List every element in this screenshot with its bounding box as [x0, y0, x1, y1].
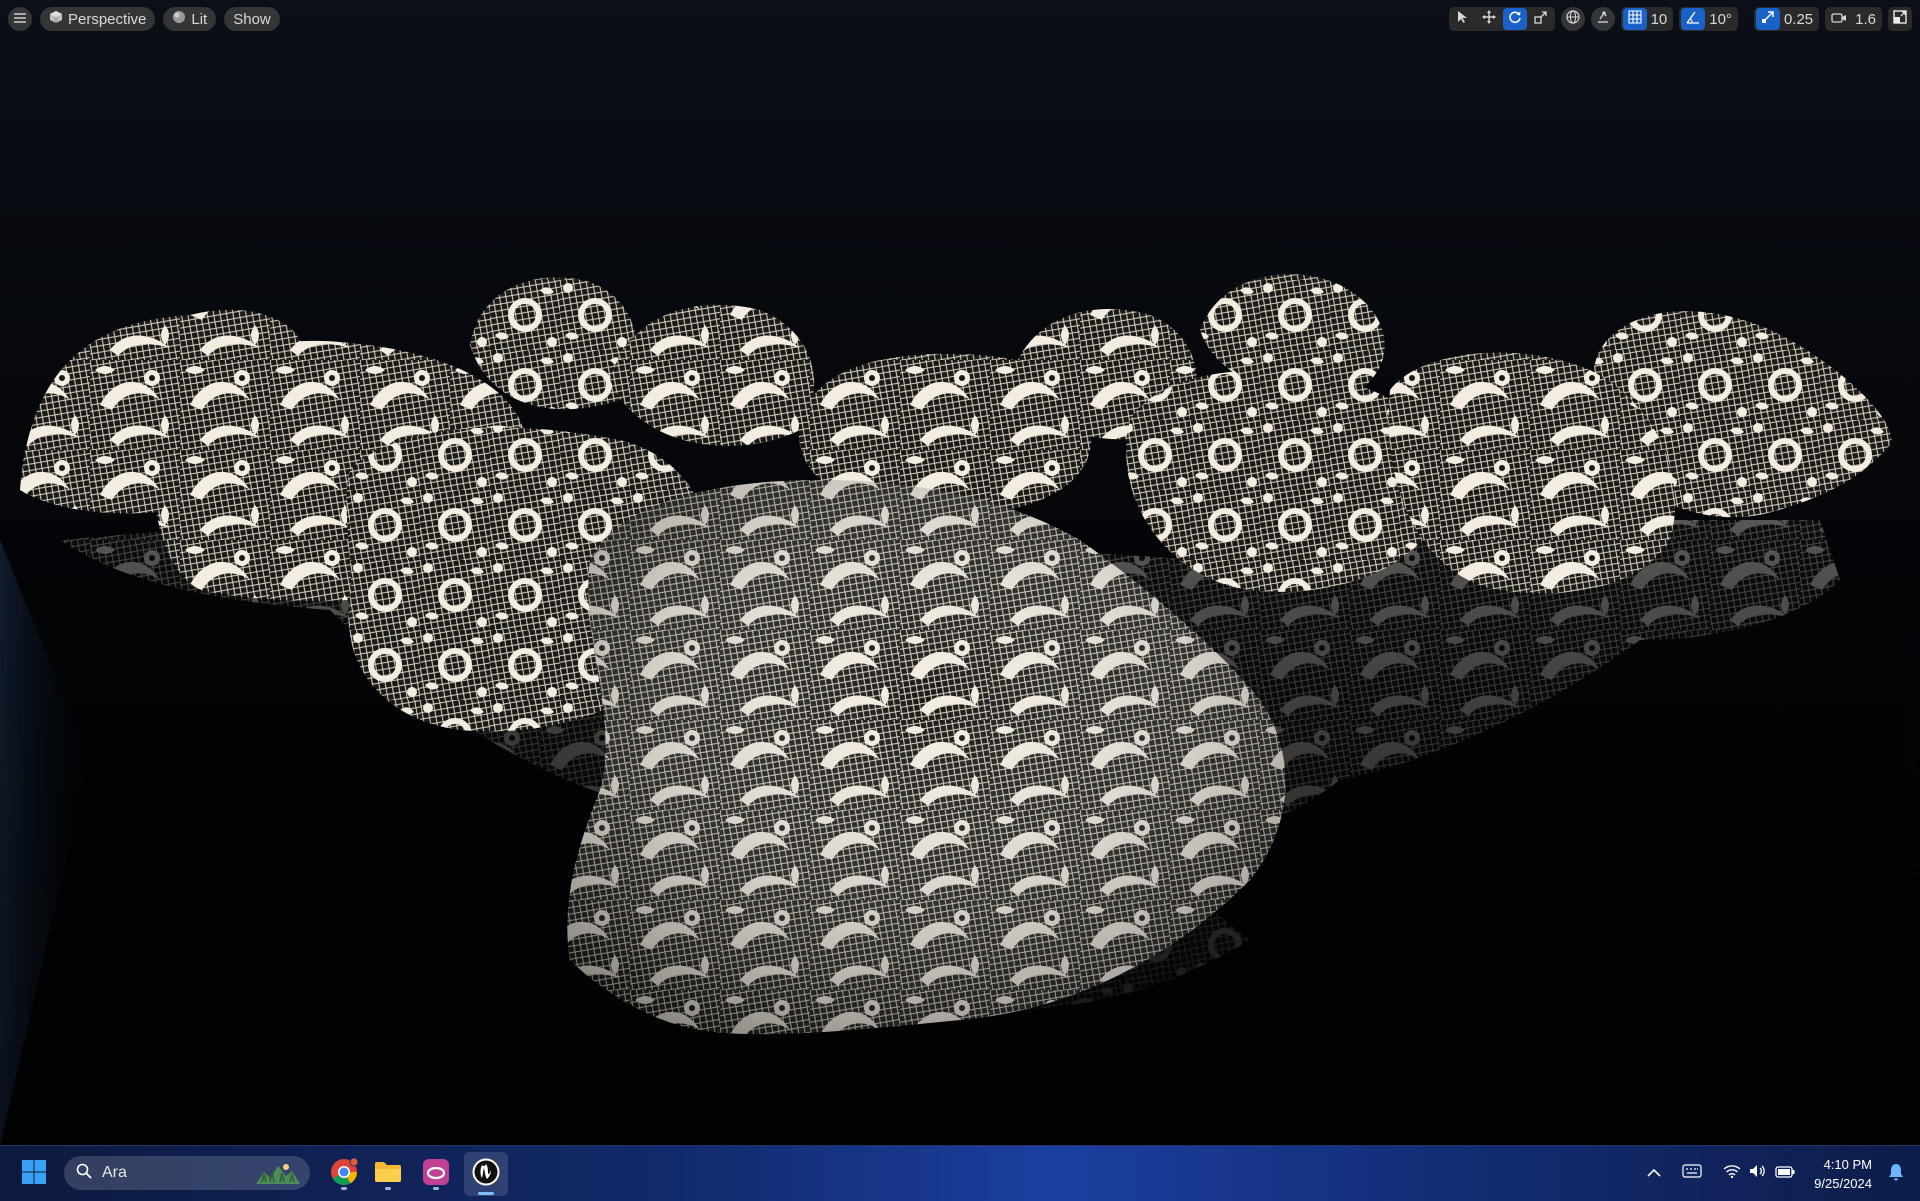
hamburger-icon — [14, 10, 26, 28]
lighting-mode-label: Lit — [191, 10, 208, 28]
viewport-toolbar-right: 10 10° 0.25 1.6 — [1448, 6, 1912, 32]
rotation-snap-value[interactable]: 10° — [1709, 11, 1732, 28]
taskbar-app-unreal-engine[interactable] — [464, 1152, 508, 1196]
taskbar-clock[interactable]: 4:10 PM 9/25/2024 — [1814, 1155, 1872, 1193]
battery-icon — [1775, 1165, 1795, 1183]
unreal-running-indicator — [478, 1192, 494, 1195]
chevron-up-icon — [1647, 1165, 1661, 1183]
clock-date: 9/25/2024 — [1814, 1176, 1872, 1191]
lighting-mode-button[interactable]: Lit — [163, 7, 217, 31]
show-hidden-icons-button[interactable] — [1640, 1154, 1668, 1194]
cursor-icon — [1457, 10, 1469, 29]
scale-snap-toggle[interactable] — [1755, 8, 1780, 30]
clock-time: 4:10 PM — [1823, 1157, 1872, 1172]
level-viewport[interactable]: Perspective Lit Show 10 10° 0.25 1.6 — [0, 0, 1920, 1145]
unreal-engine-icon — [471, 1157, 501, 1192]
volume-icon — [1749, 1164, 1767, 1183]
scale-snap-value[interactable]: 0.25 — [1784, 11, 1813, 28]
move-icon — [1481, 9, 1496, 29]
grid-snap-toggle[interactable] — [1622, 8, 1647, 30]
chrome-icon — [330, 1157, 359, 1191]
show-menu-label: Show — [233, 10, 271, 28]
scale-icon — [1533, 10, 1548, 29]
wifi-icon — [1723, 1164, 1741, 1183]
globe-icon — [1565, 9, 1580, 29]
rotation-snap-control: 10° — [1679, 7, 1738, 31]
search-icon — [76, 1163, 92, 1184]
windows-taskbar: Ara 4:10 PM 9/25/2024 — [0, 1145, 1920, 1201]
scale-tool-button[interactable] — [1529, 8, 1553, 30]
keyboard-layout-button[interactable] — [1674, 1154, 1710, 1194]
taskbar-app-chrome[interactable] — [324, 1154, 364, 1194]
rotate-icon — [1508, 10, 1522, 29]
camera-speed-value: 1.6 — [1855, 10, 1876, 28]
maximize-viewport-button[interactable] — [1888, 7, 1912, 31]
search-text: Ara — [102, 1164, 127, 1181]
folder-icon — [374, 1160, 402, 1189]
taskbar-app-file-explorer[interactable] — [368, 1154, 408, 1194]
surface-snap-button[interactable] — [1590, 7, 1615, 31]
scale-snap-control: 0.25 — [1753, 7, 1820, 31]
taskbar-app-creative-cloud[interactable] — [416, 1154, 456, 1194]
search-highlight-icon — [256, 1162, 300, 1189]
select-tool-button[interactable] — [1451, 8, 1475, 30]
camera-speed-control[interactable]: 1.6 — [1825, 7, 1882, 31]
camera-icon — [1831, 11, 1847, 28]
angle-icon — [1686, 10, 1700, 28]
creative-cloud-running-indicator — [433, 1187, 439, 1190]
surface-snap-icon — [1596, 10, 1610, 29]
viewport-options-button[interactable] — [8, 7, 32, 31]
view-mode-button[interactable]: Perspective — [40, 7, 156, 31]
grid-snap-control: 10 — [1620, 7, 1674, 31]
start-button[interactable] — [16, 1156, 52, 1192]
windows-start-icon — [21, 1159, 47, 1190]
taskbar-search-box[interactable]: Ara — [64, 1156, 310, 1190]
rotate-tool-button[interactable] — [1502, 8, 1527, 30]
sphere-icon — [172, 10, 186, 28]
keyboard-icon — [1682, 1164, 1702, 1183]
grid-icon — [1628, 10, 1642, 28]
transform-tools-group — [1448, 7, 1555, 31]
system-tray — [1640, 1146, 1804, 1201]
camera-speed-button[interactable] — [1827, 8, 1851, 30]
bell-icon — [1888, 1163, 1904, 1186]
maximize-viewport-icon — [1893, 9, 1907, 29]
view-mode-label: Perspective — [68, 10, 147, 28]
creative-cloud-icon — [422, 1158, 450, 1191]
scale-snap-icon — [1761, 10, 1775, 28]
grid-snap-value[interactable]: 10 — [1651, 11, 1668, 28]
show-menu-button[interactable]: Show — [224, 7, 280, 31]
viewport-toolbar-left: Perspective Lit Show — [8, 6, 280, 32]
chrome-running-indicator — [341, 1187, 347, 1190]
cube-icon — [49, 10, 63, 28]
network-volume-battery-button[interactable] — [1714, 1154, 1804, 1194]
explorer-running-indicator — [385, 1187, 391, 1190]
coordinate-space-button[interactable] — [1560, 7, 1585, 31]
translate-tool-button[interactable] — [1477, 8, 1501, 30]
lace-cloth-scene — [0, 274, 1920, 1145]
notification-center-button[interactable] — [1882, 1160, 1910, 1188]
rotation-snap-toggle[interactable] — [1681, 8, 1706, 30]
